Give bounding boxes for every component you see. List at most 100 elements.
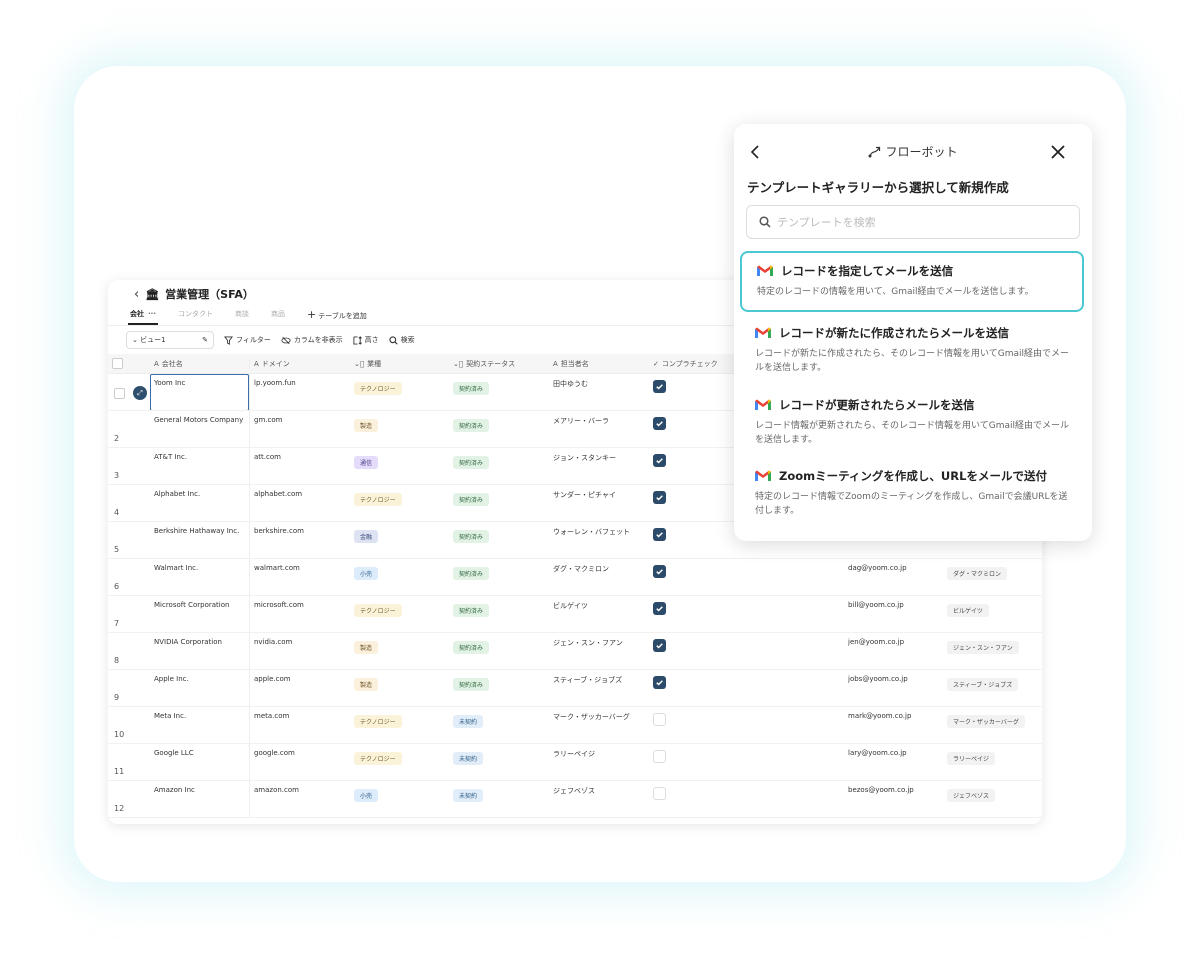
compliance-cell[interactable]: [649, 522, 746, 558]
close-icon[interactable]: [1050, 144, 1066, 160]
industry-cell[interactable]: 通信: [350, 448, 449, 484]
status-cell[interactable]: 契約済み: [449, 559, 549, 595]
manager-cell[interactable]: サンダー・ピチャイ: [549, 485, 649, 521]
email-cell[interactable]: mark@yoom.co.jp: [844, 707, 943, 743]
manager-cell[interactable]: ウォーレン・バフェット: [549, 522, 649, 558]
search-button[interactable]: 検索: [389, 335, 415, 345]
tab-company[interactable]: 会社 ···: [128, 309, 158, 325]
status-cell[interactable]: 契約済み: [449, 522, 549, 558]
company-cell[interactable]: General Motors Company: [150, 411, 250, 447]
domain-cell[interactable]: berkshire.com: [250, 522, 350, 558]
status-cell[interactable]: 契約済み: [449, 596, 549, 632]
domain-cell[interactable]: alphabet.com: [250, 485, 350, 521]
column-header-industry[interactable]: ⌄⃝ 業種: [350, 359, 449, 369]
chevron-left-icon[interactable]: ‹: [134, 287, 139, 302]
contact-cell[interactable]: ジェフベゾス: [943, 781, 1042, 817]
status-cell[interactable]: 契約済み: [449, 485, 549, 521]
company-cell[interactable]: Walmart Inc.: [150, 559, 250, 595]
compliance-cell[interactable]: [649, 411, 746, 447]
industry-cell[interactable]: テクノロジー: [350, 744, 449, 780]
status-cell[interactable]: 契約済み: [449, 448, 549, 484]
column-header-manager[interactable]: A 担当者名: [549, 359, 649, 369]
filter-button[interactable]: フィルター: [224, 335, 271, 345]
compliance-cell[interactable]: [649, 559, 746, 595]
column-header-compliance[interactable]: ✓ コンプラチェック: [649, 359, 746, 369]
industry-cell[interactable]: テクノロジー: [350, 374, 449, 410]
email-cell[interactable]: jobs@yoom.co.jp: [844, 670, 943, 706]
company-cell[interactable]: Alphabet Inc.: [150, 485, 250, 521]
company-cell[interactable]: Meta Inc.: [150, 707, 250, 743]
compliance-checkbox[interactable]: [653, 380, 666, 393]
manager-cell[interactable]: スティーブ・ジョブズ: [549, 670, 649, 706]
company-cell[interactable]: Apple Inc.: [150, 670, 250, 706]
compliance-cell[interactable]: [649, 744, 746, 780]
compliance-checkbox[interactable]: [653, 602, 666, 615]
compliance-cell[interactable]: [649, 374, 746, 410]
table-row[interactable]: 7 Microsoft Corporation microsoft.com テクノロジ…: [108, 596, 1042, 633]
domain-cell[interactable]: google.com: [250, 744, 350, 780]
company-cell[interactable]: Google LLC: [150, 744, 250, 780]
compliance-checkbox[interactable]: [653, 713, 666, 726]
status-cell[interactable]: 未契約: [449, 781, 549, 817]
manager-cell[interactable]: 田中ゆうむ: [549, 374, 649, 410]
column-header-status[interactable]: ⌄⃝ 契約ステータス: [449, 359, 549, 369]
compliance-cell[interactable]: [649, 448, 746, 484]
template-card[interactable]: レコードが新たに作成されたらメールを送信 レコードが新たに作成されたら、そのレコー…: [740, 315, 1084, 385]
domain-cell[interactable]: att.com: [250, 448, 350, 484]
email-cell[interactable]: jen@yoom.co.jp: [844, 633, 943, 669]
status-cell[interactable]: 未契約: [449, 744, 549, 780]
tab-deal[interactable]: 商談: [235, 309, 249, 323]
compliance-cell[interactable]: [649, 707, 746, 743]
domain-cell[interactable]: meta.com: [250, 707, 350, 743]
domain-cell[interactable]: amazon.com: [250, 781, 350, 817]
email-cell[interactable]: bill@yoom.co.jp: [844, 596, 943, 632]
contact-cell[interactable]: ダグ・マクミロン: [943, 559, 1042, 595]
template-search-box[interactable]: [746, 205, 1080, 239]
manager-cell[interactable]: ジェン・スン・フアン: [549, 633, 649, 669]
compliance-checkbox[interactable]: [653, 454, 666, 467]
contact-cell[interactable]: ラリーペイジ: [943, 744, 1042, 780]
table-row[interactable]: 12 Amazon Inc amazon.com 小売 未契約 ジェフベゾス bezos@y…: [108, 781, 1042, 818]
industry-cell[interactable]: 小売: [350, 781, 449, 817]
company-cell[interactable]: Yoom Inc: [150, 374, 250, 410]
template-search-input[interactable]: [777, 215, 1057, 229]
compliance-checkbox[interactable]: [653, 491, 666, 504]
email-cell[interactable]: dag@yoom.co.jp: [844, 559, 943, 595]
table-row[interactable]: 9 Apple Inc. apple.com 製造 契約済み スティーブ・ジョブズ jobs…: [108, 670, 1042, 707]
compliance-checkbox[interactable]: [653, 565, 666, 578]
status-cell[interactable]: 契約済み: [449, 374, 549, 410]
domain-cell[interactable]: microsoft.com: [250, 596, 350, 632]
status-cell[interactable]: 契約済み: [449, 633, 549, 669]
manager-cell[interactable]: マーク・ザッカーバーグ: [549, 707, 649, 743]
compliance-cell[interactable]: [649, 781, 746, 817]
row-checkbox[interactable]: [114, 388, 125, 399]
compliance-cell[interactable]: [649, 485, 746, 521]
company-cell[interactable]: Amazon Inc: [150, 781, 250, 817]
column-header-company[interactable]: A 会社名: [150, 358, 250, 369]
table-row[interactable]: 6 Walmart Inc. walmart.com 小売 契約済み ダグ・マクミロン da…: [108, 559, 1042, 596]
compliance-checkbox[interactable]: [653, 787, 666, 800]
manager-cell[interactable]: メアリー・バーラ: [549, 411, 649, 447]
manager-cell[interactable]: ジョン・スタンキー: [549, 448, 649, 484]
view-select[interactable]: ⌄ ビュー1 ✎: [126, 331, 214, 349]
company-cell[interactable]: NVIDIA Corporation: [150, 633, 250, 669]
industry-cell[interactable]: 製造: [350, 411, 449, 447]
tab-product[interactable]: 商品: [271, 309, 285, 323]
template-card[interactable]: Zoomミーティングを作成し、URLをメールで送付 特定のレコード情報でZoomの…: [740, 458, 1084, 528]
status-cell[interactable]: 未契約: [449, 707, 549, 743]
compliance-checkbox[interactable]: [653, 676, 666, 689]
compliance-cell[interactable]: [649, 670, 746, 706]
domain-cell[interactable]: lp.yoom.fun: [250, 374, 350, 410]
column-header-domain[interactable]: A ドメイン: [250, 359, 350, 369]
status-cell[interactable]: 契約済み: [449, 670, 549, 706]
compliance-cell[interactable]: [649, 633, 746, 669]
contact-cell[interactable]: マーク・ザッカーバーグ: [943, 707, 1042, 743]
company-cell[interactable]: AT&T Inc.: [150, 448, 250, 484]
domain-cell[interactable]: gm.com: [250, 411, 350, 447]
company-cell[interactable]: Berkshire Hathaway Inc.: [150, 522, 250, 558]
compliance-checkbox[interactable]: [653, 417, 666, 430]
email-cell[interactable]: lary@yoom.co.jp: [844, 744, 943, 780]
row-height-button[interactable]: 高さ: [353, 335, 379, 345]
email-cell[interactable]: bezos@yoom.co.jp: [844, 781, 943, 817]
select-all-checkbox[interactable]: [112, 358, 123, 369]
